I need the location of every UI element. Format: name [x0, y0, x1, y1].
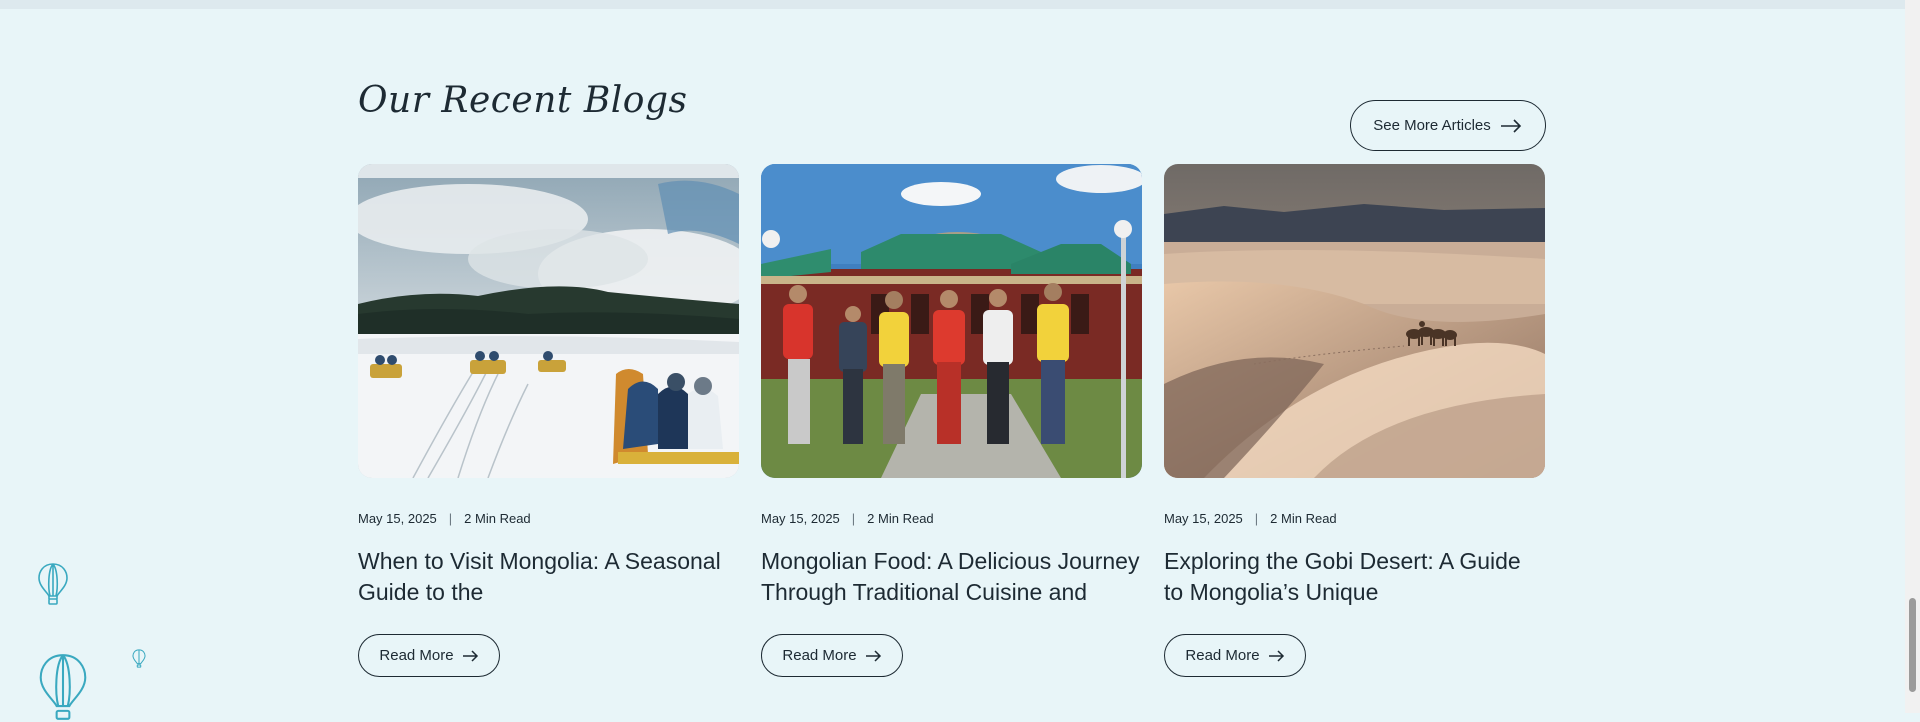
meta-separator: | [448, 510, 453, 526]
see-more-articles-button[interactable]: See More Articles [1350, 100, 1546, 151]
scrollbar-thumb[interactable] [1909, 598, 1916, 692]
blog-card: May 15, 2025 | 2 Min Read Exploring the … [1164, 164, 1545, 677]
read-more-button[interactable]: Read More [358, 634, 500, 677]
post-meta: May 15, 2025 | 2 Min Read [761, 510, 1142, 526]
arrow-right-icon [462, 649, 478, 662]
post-meta: May 15, 2025 | 2 Min Read [358, 510, 739, 526]
section-title: Our Recent Blogs [358, 80, 688, 121]
read-more-label: Read More [782, 647, 857, 664]
post-title[interactable]: Exploring the Gobi Desert: A Guide to Mo… [1164, 546, 1545, 608]
arrow-right-icon [1268, 649, 1284, 662]
meta-separator: | [851, 510, 856, 526]
read-more-button[interactable]: Read More [1164, 634, 1306, 677]
post-date: May 15, 2025 [761, 510, 840, 526]
read-more-label: Read More [379, 647, 454, 664]
post-read-time: 2 Min Read [464, 510, 531, 526]
read-more-label: Read More [1185, 647, 1260, 664]
hot-air-balloon-icon [132, 649, 146, 668]
hot-air-balloon-icon [39, 654, 87, 720]
blog-image-gobi-desert[interactable] [1164, 164, 1545, 478]
post-title[interactable]: Mongolian Food: A Delicious Journey Thro… [761, 546, 1142, 608]
arrow-right-icon [1500, 118, 1521, 133]
post-date: May 15, 2025 [358, 510, 437, 526]
hot-air-balloon-icon [38, 563, 68, 605]
post-read-time: 2 Min Read [867, 510, 934, 526]
blog-image-group-temple[interactable] [761, 164, 1142, 478]
post-title[interactable]: When to Visit Mongolia: A Seasonal Guide… [358, 546, 739, 608]
recent-blogs-section: Our Recent Blogs See More Articles May 1… [358, 0, 1547, 713]
see-more-label: See More Articles [1373, 117, 1491, 134]
blog-card-list: May 15, 2025 | 2 Min Read When to Visit … [358, 164, 1547, 677]
arrow-right-icon [865, 649, 881, 662]
post-date: May 15, 2025 [1164, 510, 1243, 526]
read-more-button[interactable]: Read More [761, 634, 903, 677]
blog-image-winter-snow[interactable] [358, 164, 739, 478]
scrollbar-track[interactable] [1905, 0, 1920, 713]
blog-card: May 15, 2025 | 2 Min Read Mongolian Food… [761, 164, 1142, 677]
meta-separator: | [1254, 510, 1259, 526]
post-read-time: 2 Min Read [1270, 510, 1337, 526]
post-meta: May 15, 2025 | 2 Min Read [1164, 510, 1545, 526]
blog-card: May 15, 2025 | 2 Min Read When to Visit … [358, 164, 739, 677]
